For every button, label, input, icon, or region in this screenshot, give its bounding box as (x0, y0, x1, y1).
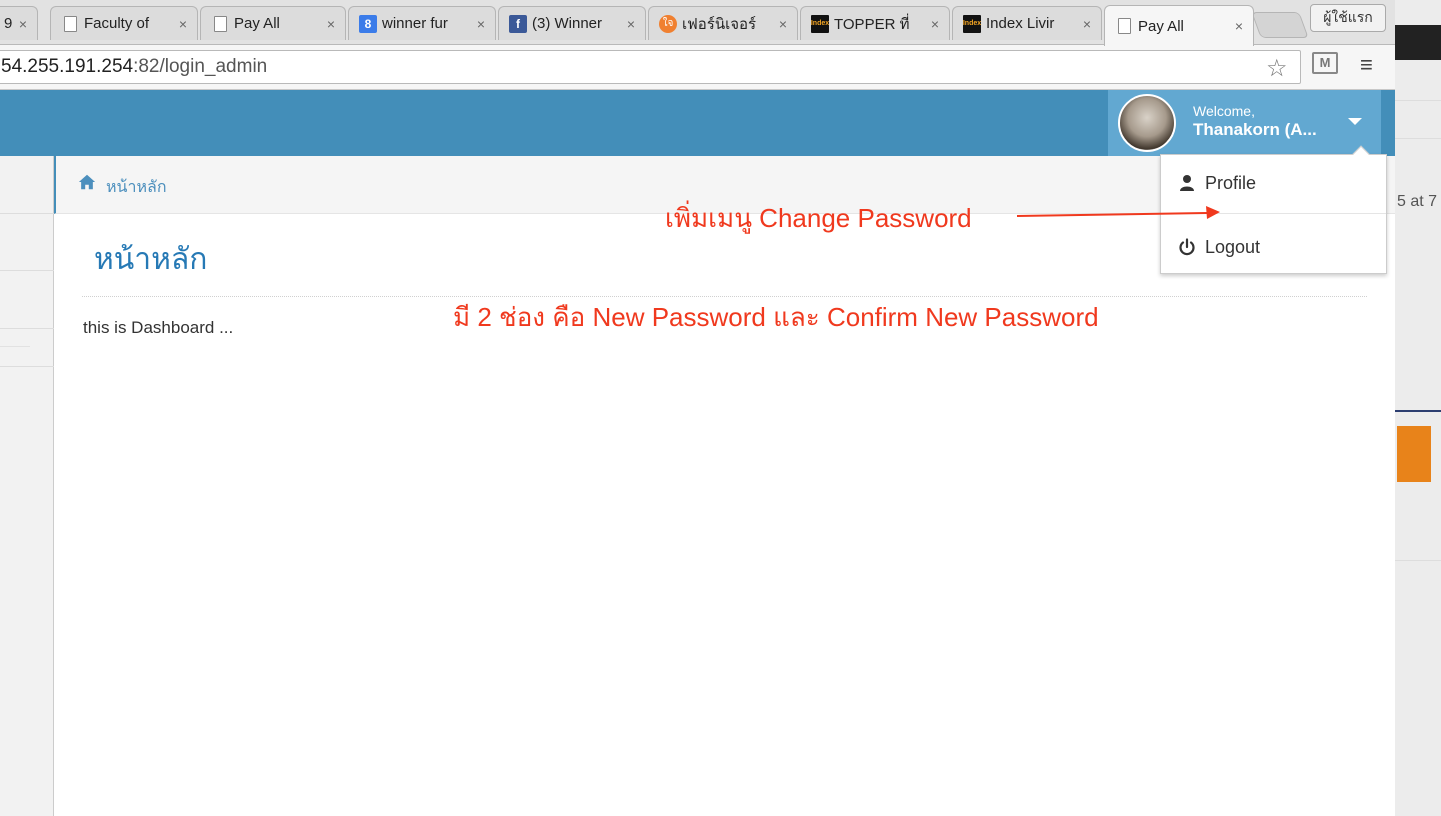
page-icon (1115, 17, 1133, 35)
google-icon: 8 (359, 14, 377, 33)
address-path: :82/login_admin (133, 56, 268, 77)
page-icon (61, 15, 79, 33)
power-icon (1177, 237, 1197, 257)
sidebar-item[interactable] (0, 270, 54, 271)
gmail-extension-icon[interactable]: M (1312, 52, 1338, 74)
home-icon[interactable] (78, 173, 96, 191)
tab-close-icon[interactable]: × (1083, 16, 1091, 32)
welcome-label: Welcome, (1193, 103, 1255, 119)
menu-item-label: Logout (1205, 236, 1261, 257)
background-window-text: 5 at 7 (1397, 193, 1438, 210)
browser-tab-1[interactable]: 9 × (0, 6, 38, 40)
breadcrumb-home-link[interactable]: หน้าหลัก (106, 175, 167, 200)
browser-toolbar: 54.255.191.254:82/login_admin ☆ (0, 45, 1395, 90)
sidebar-item[interactable] (0, 213, 54, 214)
browser-menu-icon[interactable]: ≡ (1360, 52, 1373, 78)
background-window: 5 at 7 (1395, 0, 1441, 816)
tab-title: Pay All (1138, 17, 1184, 35)
browser-tab-strip: 9 × Faculty of × Pay All × 8 winner fur … (0, 0, 1441, 46)
username-label: Thanakorn (A... (1193, 120, 1317, 139)
index-icon: Index (811, 14, 829, 33)
browser-tab-4[interactable]: 8 winner fur × (348, 6, 496, 40)
tab-close-icon[interactable]: × (179, 16, 187, 32)
tab-title: winner fur (382, 15, 448, 32)
tab-title: Faculty of (84, 15, 150, 32)
tab-close-icon[interactable]: × (1235, 18, 1243, 34)
avatar[interactable] (1118, 94, 1176, 152)
tab-close-icon[interactable]: × (931, 16, 939, 32)
bookmark-star-icon[interactable]: ☆ (1266, 54, 1288, 83)
annotation-password-fields: มี 2 ช่อง คือ New Password และ Confirm N… (453, 302, 1099, 332)
tab-title: เฟอร์นิเจอร์ (682, 15, 757, 33)
tab-title: TOPPER ที่ (834, 15, 910, 33)
browser-tab-7[interactable]: Index TOPPER ที่ × (800, 6, 950, 40)
address-bar[interactable]: 54.255.191.254:82/login_admin (0, 50, 1301, 84)
menu-item-label: Profile (1205, 172, 1257, 193)
tab-close-icon[interactable]: × (19, 16, 27, 32)
browser-tab-active[interactable]: Pay All × (1104, 5, 1254, 46)
user-icon (1177, 173, 1197, 193)
page-title: หน้าหลัก (94, 243, 208, 276)
sidebar (0, 156, 54, 816)
dashboard-text: this is Dashboard ... (83, 318, 234, 337)
index-icon: Index (963, 14, 981, 33)
address-host: 54.255.191.254 (1, 56, 134, 77)
orange-logo-icon: ใจ (659, 14, 677, 33)
browser-tab-8[interactable]: Index Index Livir × (952, 6, 1102, 40)
tab-close-icon[interactable]: × (779, 16, 787, 32)
browser-tab-2[interactable]: Faculty of × (50, 6, 198, 40)
tab-close-icon[interactable]: × (477, 16, 485, 32)
tab-title: Index Livir (986, 15, 1055, 32)
facebook-icon: f (509, 14, 527, 33)
browser-tab-3[interactable]: Pay All × (200, 6, 346, 40)
tab-close-icon[interactable]: × (327, 16, 335, 32)
browser-tab-6[interactable]: ใจ เฟอร์นิเจอร์ × (648, 6, 798, 40)
tab-title: 9 (4, 15, 13, 32)
tab-title: Pay All (234, 15, 280, 32)
new-tab-button[interactable] (1251, 12, 1309, 38)
tab-close-icon[interactable]: × (627, 16, 635, 32)
tab-title: (3) Winner (532, 15, 603, 32)
page-icon (211, 15, 229, 33)
annotation-add-menu: เพิ่มเมนู Change Password (665, 203, 972, 233)
sidebar-item[interactable] (0, 328, 54, 329)
browser-tab-5[interactable]: f (3) Winner × (498, 6, 646, 40)
user-welcome[interactable]: Welcome, Thanakorn (A... (1193, 103, 1317, 141)
caret-down-icon[interactable] (1348, 118, 1362, 125)
browser-profile-button[interactable]: ผู้ใช้แรก (1310, 4, 1386, 32)
annotation-arrow-icon (1016, 206, 1220, 219)
